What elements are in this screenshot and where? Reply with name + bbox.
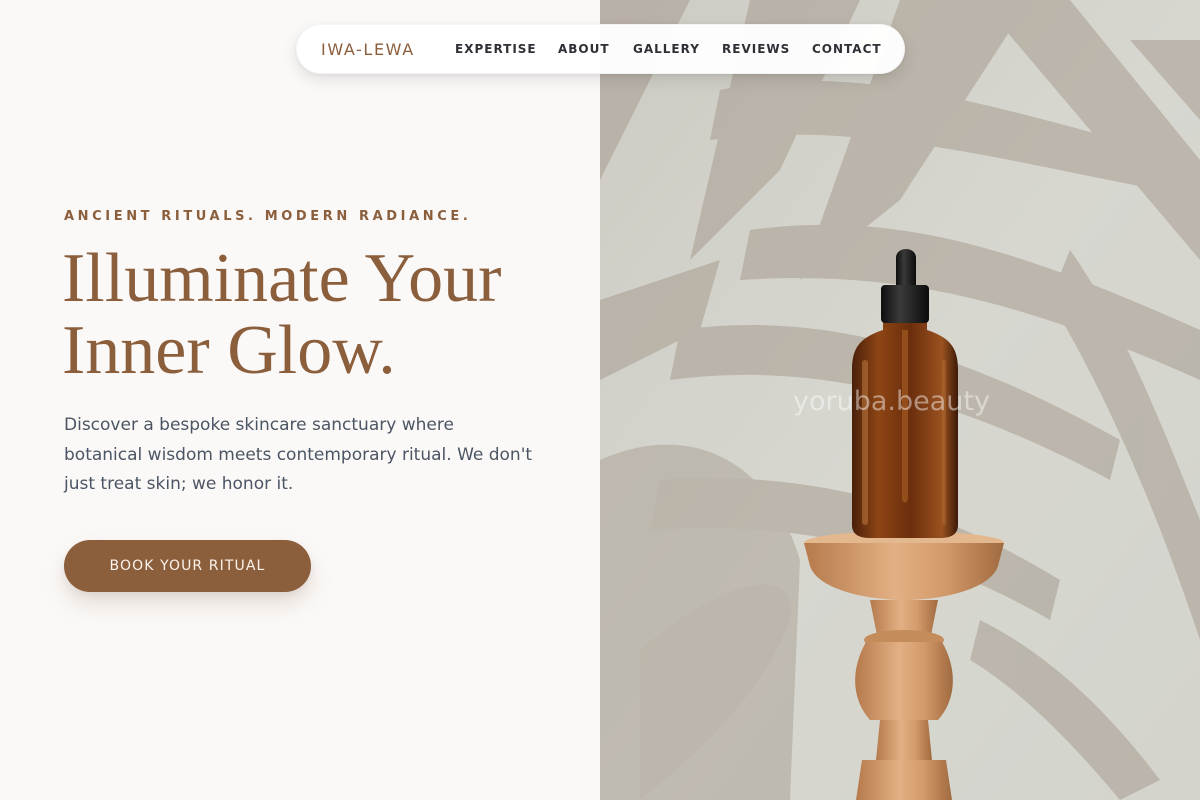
hero-headline-line2: Inner Glow.	[62, 312, 396, 389]
nav-link-about[interactable]: ABOUT	[558, 42, 610, 56]
image-watermark: yoruba.beauty	[793, 386, 990, 417]
main-navbar: IWA-LEWA EXPERTISE ABOUT GALLERY REVIEWS…	[296, 24, 905, 74]
hero-eyebrow: ANCIENT RITUALS. MODERN RADIANCE.	[64, 209, 472, 224]
nav-link-contact[interactable]: CONTACT	[812, 42, 882, 56]
nav-link-gallery[interactable]: GALLERY	[633, 42, 700, 56]
hero-image: yoruba.beauty	[600, 0, 1200, 800]
nav-link-expertise[interactable]: EXPERTISE	[455, 42, 537, 56]
book-ritual-button[interactable]: BOOK YOUR RITUAL	[64, 540, 311, 592]
brand-logo[interactable]: IWA-LEWA	[321, 40, 415, 59]
hero-headline: Illuminate Your Inner Glow.	[62, 243, 592, 387]
nav-link-reviews[interactable]: REVIEWS	[722, 42, 790, 56]
hero-description: Discover a bespoke skincare sanctuary wh…	[64, 415, 533, 494]
hero-headline-line1: Illuminate Your	[62, 240, 502, 317]
hero-left-panel: ANCIENT RITUALS. MODERN RADIANCE. Illumi…	[0, 0, 600, 800]
